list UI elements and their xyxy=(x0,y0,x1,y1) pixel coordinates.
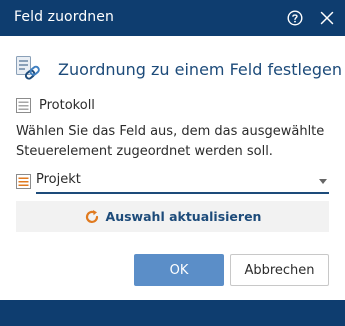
dialog-heading: Zuordnung zu einem Feld festlegen xyxy=(16,56,342,82)
close-icon[interactable] xyxy=(315,6,339,30)
field-select-value: Projekt xyxy=(36,172,81,187)
refresh-selection-label: Auswahl aktualisieren xyxy=(105,209,262,224)
dialog-titlebar: Feld zuordnen xyxy=(0,0,345,36)
dialog-footer-bar xyxy=(0,300,345,326)
form-field-icon xyxy=(16,98,31,113)
link-assign-icon xyxy=(16,56,40,80)
ok-button[interactable]: OK xyxy=(134,254,224,286)
dialog-body: Zuordnung zu einem Feld festlegen Protok… xyxy=(0,36,345,300)
dialog-heading-text: Zuordnung zu einem Feld festlegen xyxy=(58,60,342,79)
help-icon[interactable] xyxy=(283,6,307,30)
refresh-icon xyxy=(85,209,98,223)
chevron-down-icon[interactable] xyxy=(319,179,327,184)
field-select-row: Projekt xyxy=(16,170,329,194)
protokoll-field: Protokoll xyxy=(16,98,95,113)
refresh-selection-button[interactable]: Auswahl aktualisieren xyxy=(16,201,329,232)
cancel-button[interactable]: Abbrechen xyxy=(230,254,329,286)
dialog-title: Feld zuordnen xyxy=(14,9,114,25)
instruction-text: Wählen Sie das Feld aus, dem das ausgewä… xyxy=(16,124,325,159)
form-field-highlighted-icon xyxy=(16,174,31,189)
field-select[interactable]: Projekt xyxy=(36,170,329,194)
protokoll-label: Protokoll xyxy=(39,98,95,113)
